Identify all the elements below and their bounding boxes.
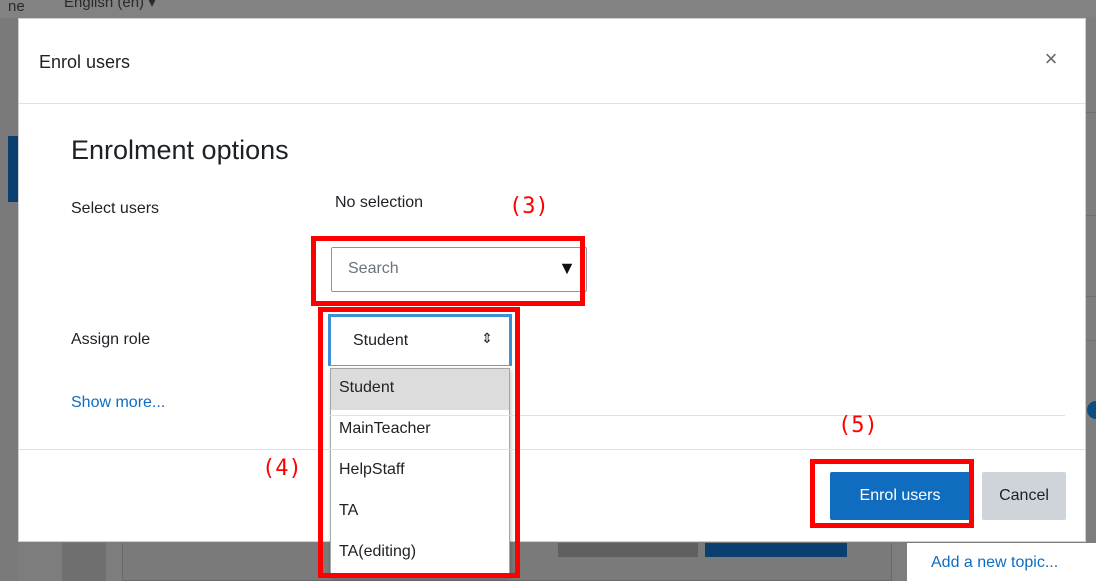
dropdown-arrow-icon[interactable]: ▼ <box>558 258 576 279</box>
role-option-ta[interactable]: TA <box>331 492 509 533</box>
user-search-input[interactable]: Search ▼ <box>331 247 587 292</box>
background-top-bar: ne English (en) ▾ <box>0 0 1096 18</box>
search-placeholder: Search <box>348 260 399 277</box>
enrol-users-button[interactable]: Enrol users <box>830 472 970 520</box>
assign-role-select[interactable]: Student ⇕ <box>328 314 512 366</box>
background-bottom-block <box>62 543 106 581</box>
enrol-users-modal: Enrol users × Enrolment options Select u… <box>18 18 1086 576</box>
annotation-label-step5: (5) <box>838 413 878 438</box>
background-button <box>558 543 698 557</box>
close-icon[interactable]: × <box>1039 47 1063 71</box>
background-primary-button <box>705 543 847 557</box>
modal-header: Enrol users × <box>19 19 1085 104</box>
language-menu[interactable]: English (en) ▾ <box>64 0 156 10</box>
assign-role-label: Assign role <box>71 331 151 348</box>
select-users-label: Select users <box>71 200 160 217</box>
role-select-value: Student <box>353 332 409 349</box>
options-divider <box>330 415 1065 416</box>
footer-divider <box>19 449 1085 450</box>
background-left-accent <box>8 136 18 202</box>
add-topic-link[interactable]: Add a new topic... <box>931 554 1058 572</box>
cancel-button[interactable]: Cancel <box>982 472 1066 520</box>
annotation-label-step4: (4) <box>262 456 302 481</box>
role-option-mainteacher[interactable]: MainTeacher <box>331 410 509 451</box>
enrolment-options-heading: Enrolment options <box>71 135 289 165</box>
background-left-panel <box>0 18 18 581</box>
show-more-link[interactable]: Show more... <box>71 394 165 412</box>
annotation-label-step3: (3) <box>509 194 549 219</box>
modal-title: Enrol users <box>39 52 131 72</box>
selection-status: No selection <box>335 194 424 211</box>
role-option-helpstaff[interactable]: HelpStaff <box>331 451 509 492</box>
role-option-ta-editing[interactable]: TA(editing) <box>331 533 509 574</box>
select-caret-icon: ⇕ <box>481 330 493 346</box>
role-option-student[interactable]: Student <box>331 369 509 410</box>
background-top-bar-text: ne <box>8 0 25 15</box>
role-options-list: Student MainTeacher HelpStaff TA TA(edit… <box>330 368 510 576</box>
